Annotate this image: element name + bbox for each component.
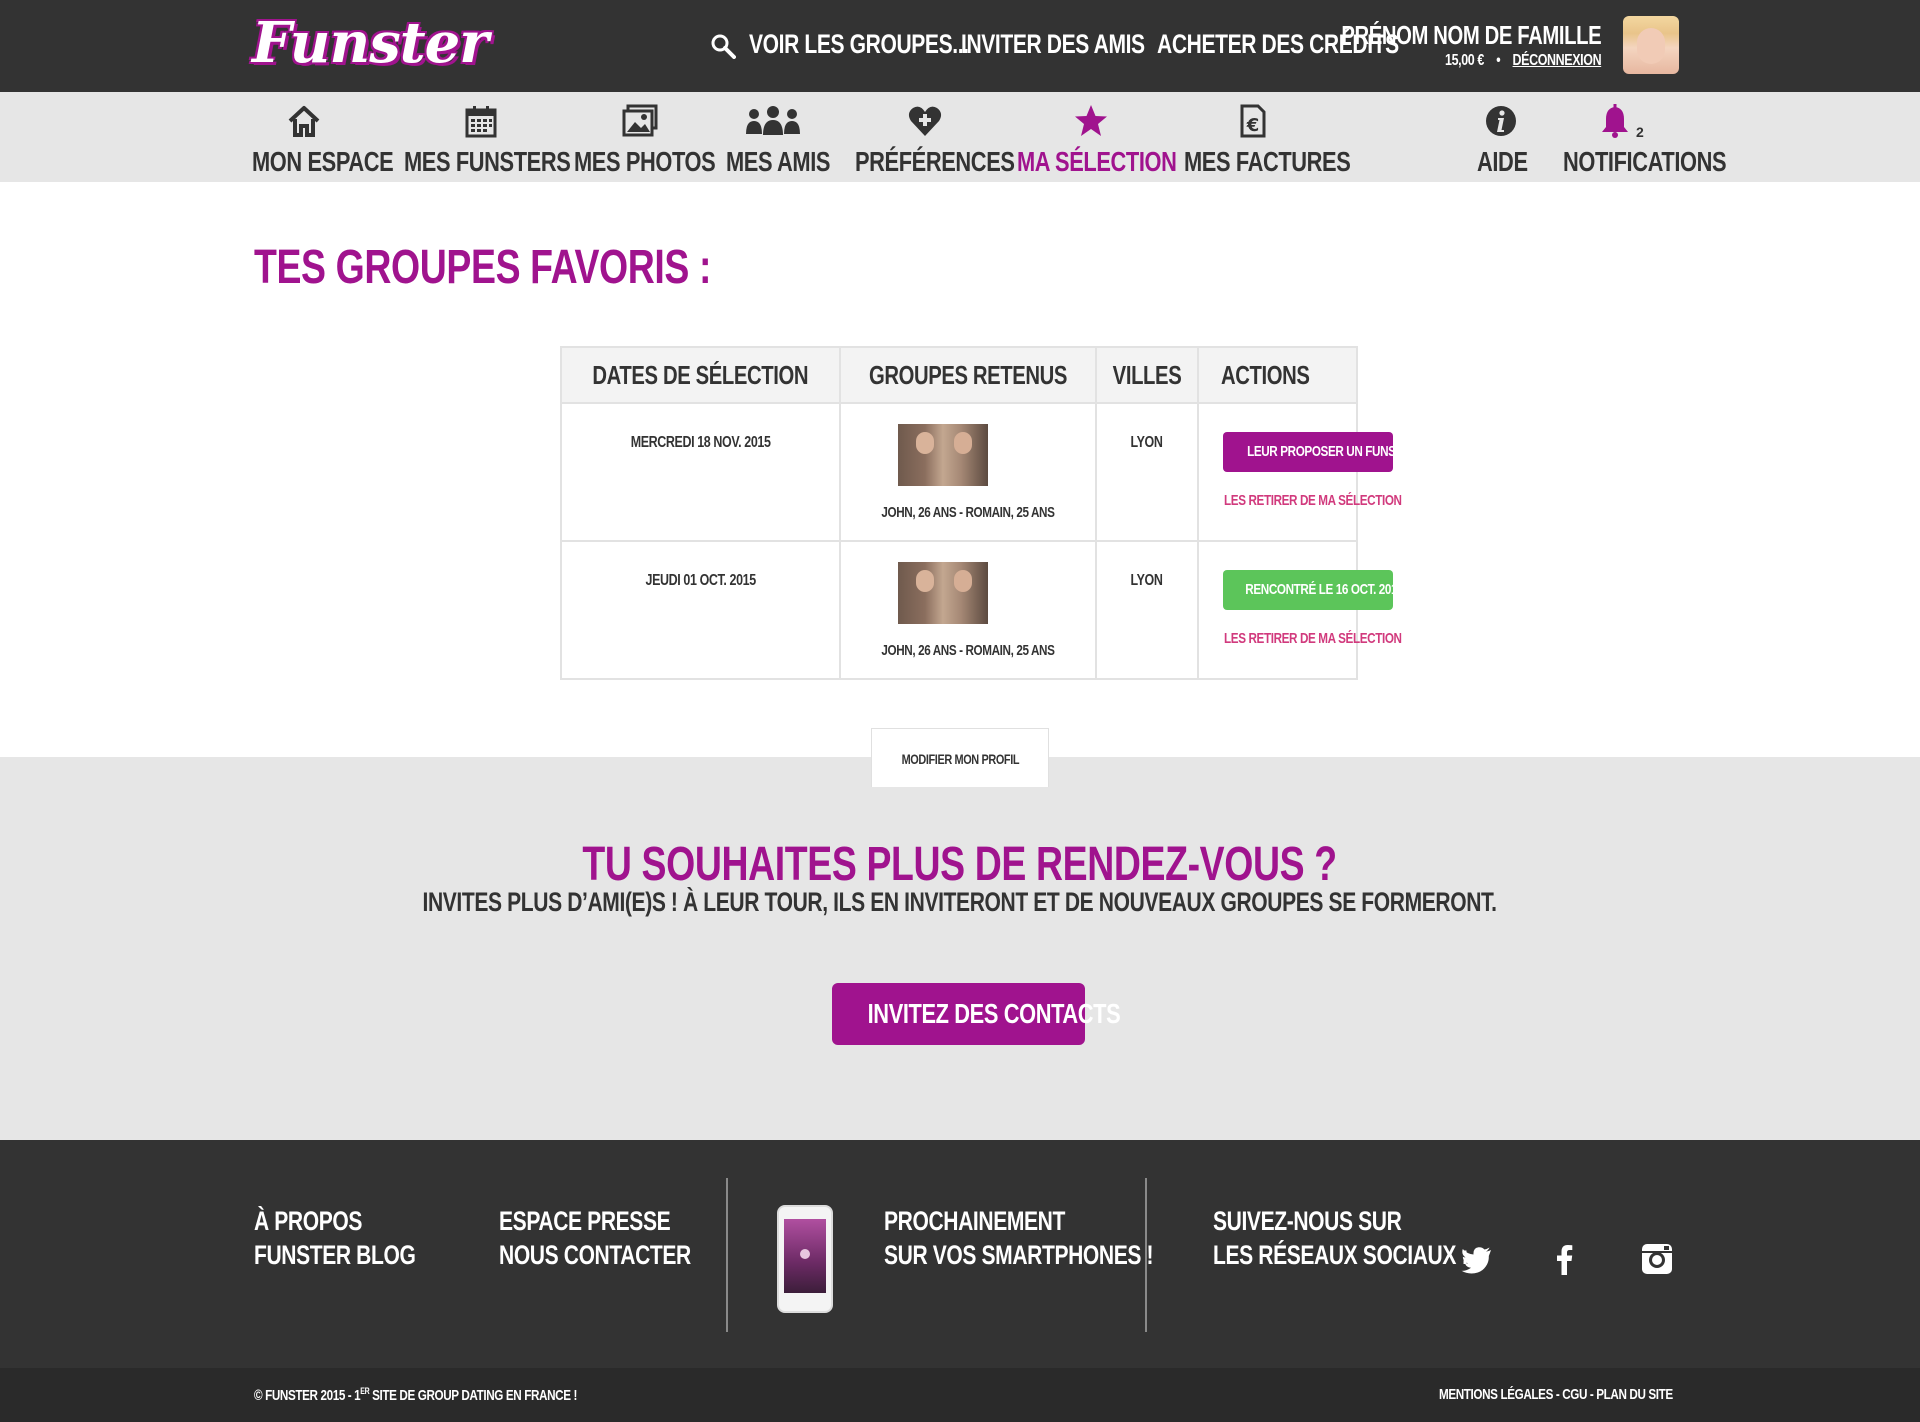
table-row: Jeudi 01 oct. 2015 John, 26 ans - Romain… [560, 540, 1403, 680]
group-cell: John, 26 ans - Romain, 25 ans [838, 402, 1097, 542]
promo-subtitle: Invites plus d’ami(e)s ! À leur tour, il… [422, 887, 1498, 917]
meta-separator: • [1496, 52, 1501, 69]
funster-logo[interactable]: Funster [252, 10, 489, 76]
twitter-icon[interactable] [1460, 1242, 1494, 1276]
favorites-table: Dates de sélection Groupes retenus Ville… [560, 346, 1418, 680]
app-coming-text: Prochainement [884, 1206, 1065, 1236]
nav-item-mes-amis[interactable]: Mes amis [726, 100, 830, 180]
nav-item-mes-factures[interactable]: € Mes factures [1184, 100, 1351, 180]
star-icon [1075, 105, 1107, 136]
bell-icon [1602, 104, 1628, 138]
social-text: Suivez-nous sur [1213, 1206, 1402, 1236]
see-groups-link[interactable]: Voir les groupes... [749, 29, 969, 60]
group-caption[interactable]: John, 26 ans - Romain, 25 ans [881, 504, 1055, 521]
user-balance: 15,00 € [1444, 52, 1484, 69]
date-cell: Jeudi 01 oct. 2015 [560, 540, 841, 680]
table-row: Mercredi 18 nov. 2015 John, 26 ans - Rom… [560, 402, 1418, 542]
top-bar: Funster Voir les groupes... Inviter des … [0, 0, 1920, 92]
nav-label: Notifications [1563, 146, 1727, 177]
notification-count: 2 [1636, 124, 1644, 140]
home-icon [288, 106, 320, 137]
modify-profile-button[interactable]: Modifier mon profil [871, 728, 1049, 787]
nav-label: Mes amis [726, 146, 831, 177]
avatar[interactable] [1623, 16, 1679, 74]
actions-cell: Rencontré le 16 oct. 2015 Les retirer de… [1196, 540, 1403, 680]
copyright: © Funster 2015 - 1er site de group datin… [254, 1386, 577, 1404]
bottom-bar: © Funster 2015 - 1er site de group datin… [0, 1368, 1920, 1422]
group-photo[interactable] [897, 562, 988, 624]
user-name[interactable]: Prénom Nom de famille [1341, 20, 1601, 51]
nav-item-mon-espace[interactable]: Mon espace [252, 100, 394, 180]
svg-text:€: € [1246, 115, 1260, 136]
column-header: Dates de sélection [560, 346, 841, 404]
column-header: Villes [1094, 346, 1199, 404]
footer-divider [1145, 1178, 1147, 1332]
group-caption[interactable]: John, 26 ans - Romain, 25 ans [881, 642, 1055, 659]
actions-cell: Leur proposer un funster Les retirer de … [1196, 402, 1418, 542]
nav-label: Mes funsters [404, 146, 571, 177]
photos-icon [622, 104, 658, 137]
city-cell: Lyon [1094, 540, 1199, 680]
column-header: Groupes retenus [838, 346, 1097, 404]
footer: À propos Funster blog Espace presse Nous… [0, 1140, 1920, 1368]
instagram-icon[interactable] [1640, 1242, 1674, 1276]
main-nav: Mon espace Mes funsters Mes photos [0, 92, 1920, 182]
invoice-euro-icon: € [1240, 104, 1266, 138]
group-photo[interactable] [897, 424, 988, 486]
propose-funster-button[interactable]: Leur proposer un funster [1222, 432, 1418, 472]
social-text: les réseaux sociaux : [1213, 1240, 1469, 1270]
info-icon [1486, 106, 1516, 136]
press-link[interactable]: Espace presse [499, 1206, 671, 1237]
nav-label: Mes photos [574, 146, 716, 177]
facebook-icon[interactable] [1548, 1242, 1582, 1276]
met-status-badge: Rencontré le 16 oct. 2015 [1222, 570, 1403, 610]
invite-friends-link[interactable]: Inviter des amis [961, 29, 1145, 60]
nav-item-notifications[interactable]: 2 Notifications [1563, 100, 1727, 180]
date-cell: Mercredi 18 nov. 2015 [560, 402, 841, 542]
search-icon[interactable] [710, 33, 736, 59]
logout-link[interactable]: Déconnexion [1512, 52, 1601, 69]
nav-item-aide[interactable]: Aide [1477, 100, 1528, 180]
nav-label: Préférences [855, 146, 1015, 177]
nav-item-preferences[interactable]: Préférences [855, 100, 1015, 180]
remove-from-selection-link[interactable]: Les retirer de ma sélection [1224, 492, 1402, 509]
contact-link[interactable]: Nous contacter [499, 1240, 691, 1271]
group-cell: John, 26 ans - Romain, 25 ans [838, 540, 1097, 680]
nav-label: Ma sélection [1017, 146, 1177, 177]
user-meta: 15,00 € • Déconnexion [1444, 52, 1602, 70]
heart-plus-icon [908, 106, 942, 136]
page-title: Tes groupes favoris : [254, 241, 712, 294]
remove-from-selection-link[interactable]: Les retirer de ma sélection [1224, 630, 1402, 647]
calendar-icon [465, 106, 497, 138]
nav-item-mes-funsters[interactable]: Mes funsters [404, 100, 571, 180]
app-coming-text: sur vos smartphones ! [884, 1240, 1154, 1270]
invite-contacts-button[interactable]: Invitez des contacts [832, 983, 1121, 1045]
blog-link[interactable]: Funster blog [254, 1240, 416, 1271]
legal-links[interactable]: Mentions légales - CGU - Plan du site [1439, 1386, 1673, 1403]
about-link[interactable]: À propos [254, 1206, 362, 1237]
nav-label: Mon espace [252, 146, 394, 177]
column-header: Actions [1196, 346, 1359, 404]
invite-promo: Tu souhaites plus de rendez-vous ? Invit… [0, 757, 1920, 1140]
nav-label: Mes factures [1184, 146, 1351, 177]
smartphone-icon [777, 1205, 833, 1313]
nav-item-mes-photos[interactable]: Mes photos [574, 100, 716, 180]
friends-icon [746, 106, 800, 135]
table-header-row: Dates de sélection Groupes retenus Ville… [560, 346, 1359, 404]
nav-label: Aide [1477, 146, 1528, 177]
footer-divider [726, 1178, 728, 1332]
nav-item-ma-selection[interactable]: Ma sélection [1017, 100, 1177, 180]
city-cell: Lyon [1094, 402, 1199, 542]
promo-title: Tu souhaites plus de rendez-vous ? [582, 838, 1338, 891]
